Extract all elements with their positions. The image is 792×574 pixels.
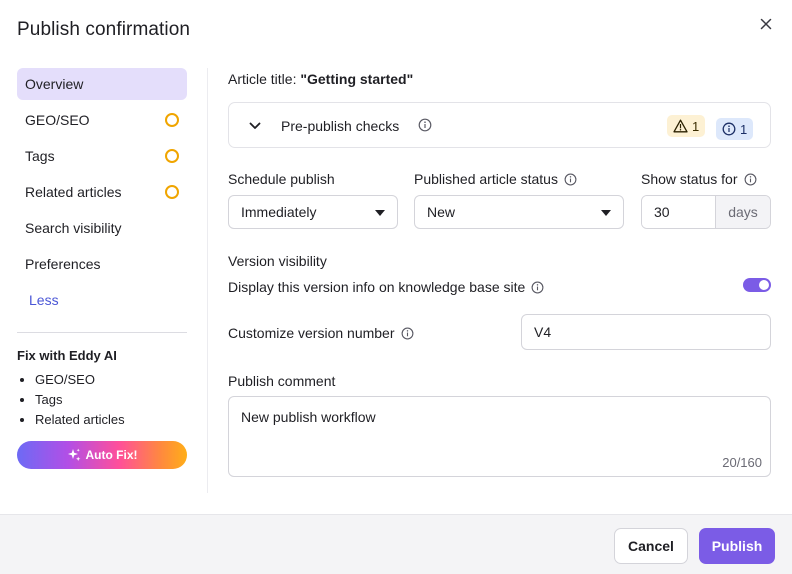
article-title-label: Article title:: [228, 71, 297, 87]
version-number-input[interactable]: [521, 314, 771, 350]
sidebar-item-label: Tags: [25, 148, 55, 164]
list-item: Tags: [17, 391, 125, 411]
schedule-value: Immediately: [241, 204, 317, 220]
status-value: New: [427, 204, 456, 220]
character-counter: 20/160: [722, 455, 762, 470]
warning-badge[interactable]: 1: [667, 115, 706, 137]
sidebar-item-tags[interactable]: Tags: [17, 140, 187, 172]
info-badge[interactable]: 1: [716, 118, 754, 140]
publish-dialog: Publish confirmation Overview GEO/SEO Ta…: [0, 0, 792, 574]
version-number-text: Customize version number: [228, 325, 395, 341]
content-separator: [207, 68, 208, 493]
caret-down-icon: [375, 210, 385, 216]
info-count: 1: [740, 121, 748, 137]
warning-count: 1: [692, 118, 700, 134]
publish-comment-field: New publish workflow 20/160: [228, 396, 771, 477]
display-version-text: Display this version info on knowledge b…: [228, 279, 526, 295]
sidebar-item-related-articles[interactable]: Related articles: [17, 176, 187, 208]
sidebar-item-label: Overview: [25, 76, 84, 92]
display-version-label: Display this version info on knowledge b…: [228, 279, 544, 295]
article-title: Article title: "Getting started": [228, 71, 413, 87]
dialog-title: Publish confirmation: [17, 19, 191, 40]
fix-list: GEO/SEO Tags Related articles: [17, 371, 125, 431]
display-version-toggle[interactable]: [743, 278, 771, 292]
publish-button[interactable]: Publish: [699, 528, 775, 564]
schedule-label: Schedule publish: [228, 171, 335, 187]
status-label: Published article status: [414, 171, 577, 187]
info-icon: [401, 327, 413, 339]
sidebar-item-preferences[interactable]: Preferences: [17, 248, 187, 280]
show-status-label: Show status for: [641, 171, 757, 187]
show-status-field: days: [641, 195, 771, 229]
schedule-select[interactable]: Immediately: [228, 195, 398, 229]
sidebar-item-label: Search visibility: [25, 220, 122, 236]
sparkle-icon: [67, 448, 80, 461]
sidebar-item-search-visibility[interactable]: Search visibility: [17, 212, 187, 244]
sidebar-divider: [17, 332, 187, 333]
close-button[interactable]: [757, 15, 775, 33]
dialog-footer: Cancel Publish: [0, 514, 792, 574]
status-select[interactable]: New: [414, 195, 624, 229]
list-item: GEO/SEO: [17, 371, 125, 391]
status-label-text: Published article status: [414, 171, 558, 187]
sidebar-item-label: Related articles: [25, 184, 122, 200]
auto-fix-button[interactable]: Auto Fix!: [17, 441, 187, 469]
publish-comment-input[interactable]: New publish workflow: [229, 397, 770, 476]
chevron-down-icon: [249, 122, 261, 129]
sidebar-item-label: Preferences: [25, 256, 101, 272]
version-number-label: Customize version number: [228, 325, 414, 341]
info-icon: [564, 173, 577, 185]
sidebar-item-geo-seo[interactable]: GEO/SEO: [17, 104, 187, 136]
checks-label: Pre-publish checks: [281, 118, 400, 134]
days-unit: days: [715, 196, 770, 228]
warning-icon: [673, 119, 688, 133]
pending-circle-icon: [165, 185, 179, 199]
cancel-button[interactable]: Cancel: [614, 528, 688, 564]
sidebar-item-overview[interactable]: Overview: [17, 68, 187, 100]
show-status-label-text: Show status for: [641, 171, 738, 187]
days-input[interactable]: [642, 196, 715, 228]
less-link[interactable]: Less: [17, 284, 187, 316]
sidebar-nav: Overview GEO/SEO Tags Related articles S…: [17, 68, 187, 316]
info-icon: [722, 122, 736, 136]
info-icon: [531, 281, 544, 293]
article-title-value: "Getting started": [300, 71, 414, 87]
caret-down-icon: [601, 210, 611, 216]
publish-comment-text: Publish comment: [228, 373, 336, 389]
pending-circle-icon: [165, 149, 179, 163]
schedule-label-text: Schedule publish: [228, 171, 335, 187]
pending-circle-icon: [165, 113, 179, 127]
list-item: Related articles: [17, 411, 125, 431]
version-visibility-title: Version visibility: [228, 253, 327, 269]
pre-publish-checks[interactable]: Pre-publish checks 1 1: [228, 102, 771, 148]
info-icon: [418, 118, 432, 132]
close-icon: [760, 18, 772, 30]
fix-title: Fix with Eddy AI: [17, 348, 117, 363]
info-icon: [744, 173, 756, 185]
auto-fix-label: Auto Fix!: [85, 448, 138, 462]
sidebar-item-label: GEO/SEO: [25, 112, 90, 128]
publish-comment-label: Publish comment: [228, 373, 335, 389]
